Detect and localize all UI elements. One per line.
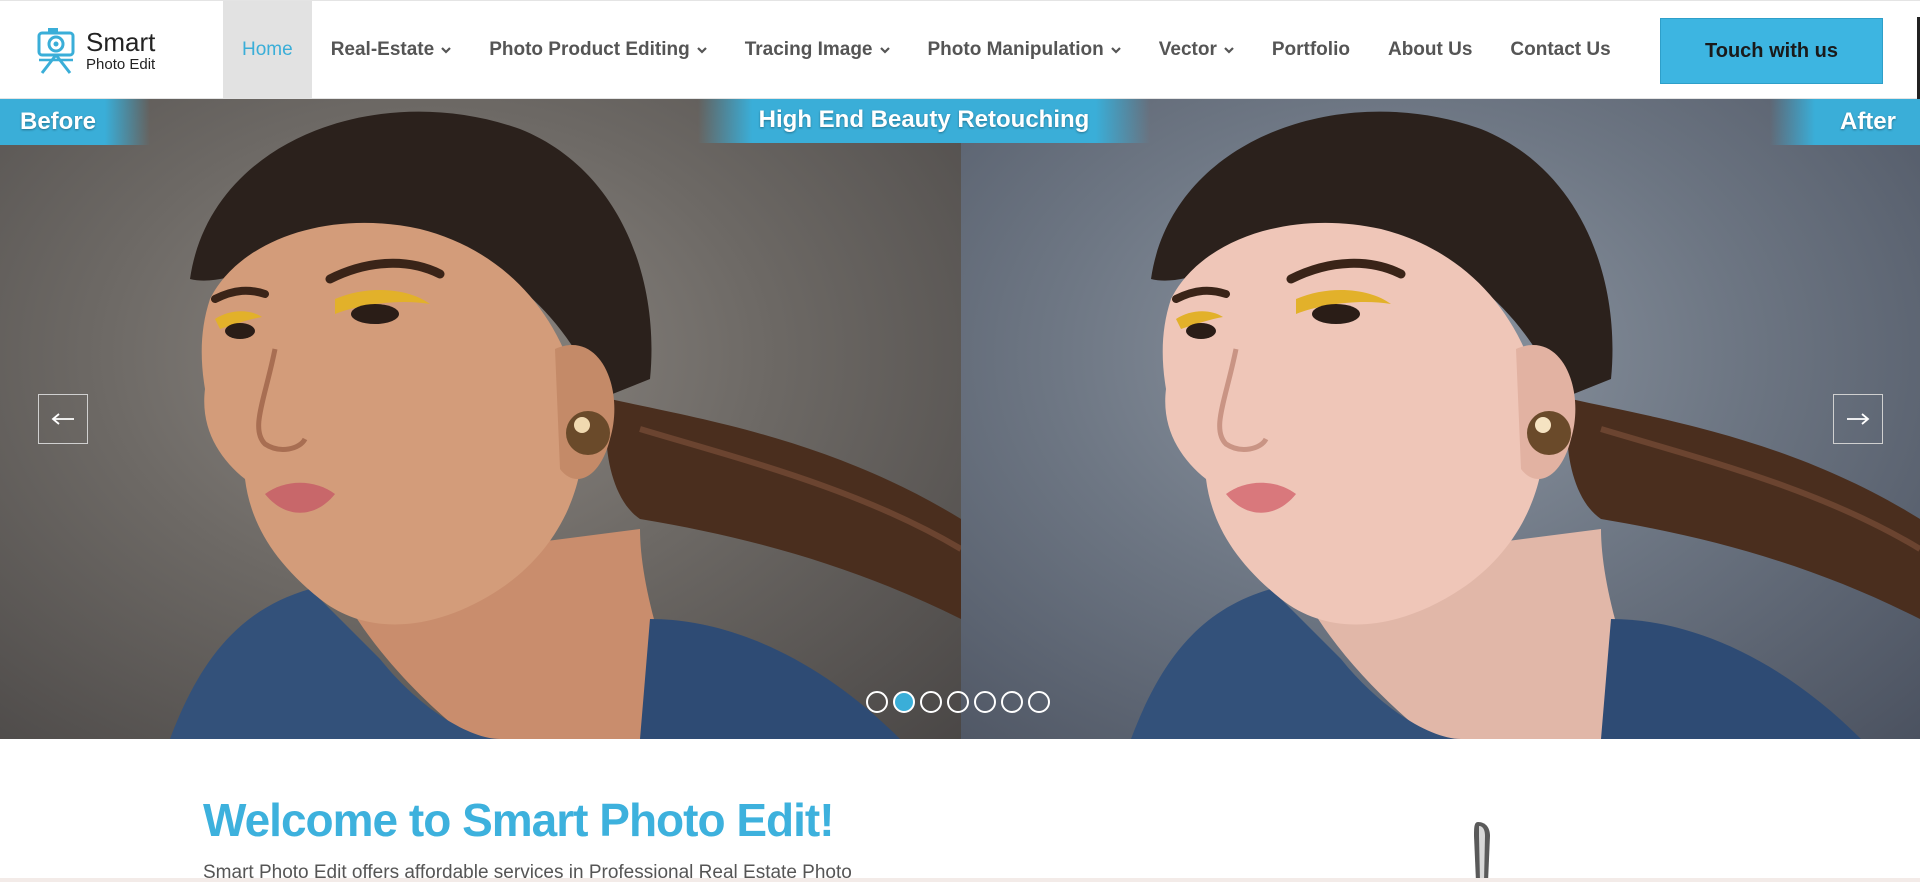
- slider-pagination: [866, 691, 1050, 713]
- nav-item-vector[interactable]: Vector: [1140, 1, 1253, 99]
- nav-item-photo-product-editing[interactable]: Photo Product Editing: [470, 1, 726, 99]
- logo-title: Smart: [86, 26, 156, 57]
- cta-label: Touch with us: [1705, 39, 1838, 62]
- chevron-down-icon: [441, 47, 451, 54]
- slider-dot[interactable]: [866, 691, 888, 713]
- after-photo: [961, 99, 1920, 739]
- chevron-down-icon: [696, 47, 707, 54]
- before-photo: [0, 99, 961, 739]
- nav-item-portfolio[interactable]: Portfolio: [1253, 1, 1369, 99]
- nav-item-label: Home: [242, 39, 293, 60]
- slider-dot[interactable]: [1001, 691, 1023, 713]
- slider-dot[interactable]: [947, 691, 969, 713]
- chevron-down-icon: [1224, 47, 1234, 54]
- site-header: Smart Photo Edit Home Real-Estate Photo …: [0, 0, 1920, 101]
- nav-item-home[interactable]: Home: [223, 1, 312, 99]
- nav-item-label: About Us: [1387, 39, 1473, 60]
- hero-slider: Before High End Beauty Retouching After: [0, 99, 1920, 739]
- slide-title-text: High End Beauty Retouching: [758, 106, 1090, 133]
- before-label-text: Before: [20, 108, 97, 135]
- nav-item-label: Photo Product Editing: [489, 39, 690, 60]
- chevron-down-icon: [1110, 47, 1121, 54]
- slider-prev-button[interactable]: [38, 394, 88, 444]
- nav-item-label: Tracing Image: [744, 39, 873, 60]
- nav-item-label: Contact Us: [1510, 39, 1611, 60]
- logo-subtitle: Photo Edit: [86, 55, 156, 73]
- nav-item-label: Portfolio: [1271, 39, 1350, 60]
- nav-item-about-us[interactable]: About Us: [1369, 1, 1491, 99]
- nav-item-tracing-image[interactable]: Tracing Image: [726, 1, 909, 99]
- nav-item-label: Real-Estate: [330, 39, 435, 60]
- portrait-illustration: [170, 111, 961, 739]
- slider-dot[interactable]: [1028, 691, 1050, 713]
- nav-item-contact-us[interactable]: Contact Us: [1491, 1, 1629, 99]
- nav-item-real-estate[interactable]: Real-Estate: [312, 1, 471, 99]
- before-label: Before: [0, 99, 150, 145]
- chevron-down-icon: [879, 47, 890, 54]
- arrow-left-icon: [51, 413, 74, 425]
- slider-dot[interactable]: [893, 691, 915, 713]
- nav-item-label: Vector: [1158, 39, 1217, 60]
- slider-next-button[interactable]: [1833, 394, 1883, 444]
- arrow-right-icon: [1847, 413, 1870, 425]
- slide-title: High End Beauty Retouching: [698, 99, 1150, 143]
- section-divider: [0, 878, 1920, 882]
- camera-logo-icon: [37, 28, 75, 74]
- nav-item-label: Photo Manipulation: [927, 39, 1104, 60]
- site-logo[interactable]: Smart Photo Edit: [36, 25, 155, 75]
- touch-with-us-button[interactable]: Touch with us: [1660, 18, 1883, 84]
- slider-dot[interactable]: [920, 691, 942, 713]
- pen-illustration: [1474, 822, 1490, 882]
- after-label: After: [1770, 99, 1920, 145]
- main-nav: Home Real-Estate Photo Product Editing T…: [223, 1, 1630, 99]
- welcome-title: Welcome to Smart Photo Edit!: [203, 794, 835, 846]
- portrait-illustration: [1131, 111, 1920, 739]
- slider-dot[interactable]: [974, 691, 996, 713]
- nav-item-photo-manipulation[interactable]: Photo Manipulation: [909, 1, 1140, 99]
- after-label-text: After: [1839, 108, 1896, 135]
